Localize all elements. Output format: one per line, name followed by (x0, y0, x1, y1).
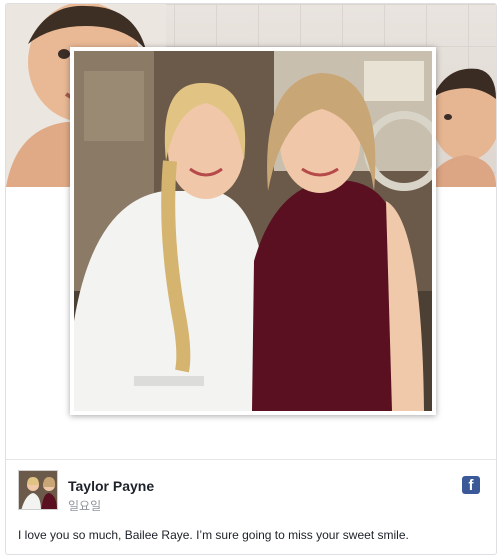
post-text: I love you so much, Bailee Raye. I’m sur… (18, 528, 409, 542)
avatar-image (19, 471, 57, 509)
author-avatar[interactable] (18, 470, 58, 510)
profile-photo-frame[interactable] (70, 47, 436, 415)
child-right-figure (426, 68, 496, 187)
author-name[interactable]: Taylor Payne (68, 478, 154, 494)
profile-photo (74, 51, 432, 411)
embedded-post-card: Taylor Payne 일요일 f I love you so much, B… (5, 3, 497, 555)
facebook-icon[interactable]: f (462, 476, 480, 494)
post-header: Taylor Payne 일요일 f (18, 470, 486, 514)
post-date[interactable]: 일요일 (68, 497, 101, 514)
divider (6, 459, 496, 460)
